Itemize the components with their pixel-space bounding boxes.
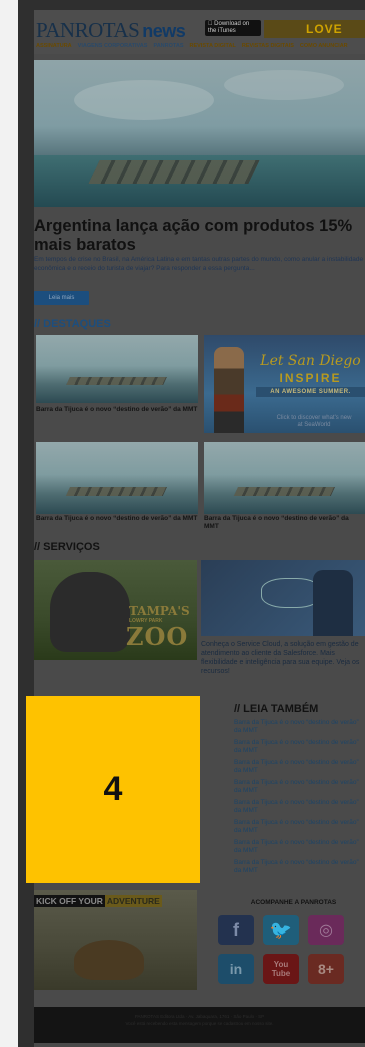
destaque-caption-3[interactable]: Barra da Tijuca é o novo “destino de ver…	[204, 515, 365, 531]
zoo-line-3: ZOO	[126, 622, 189, 651]
related-item-3[interactable]: Barra da Tijuca é o novo “destino de ver…	[234, 759, 365, 774]
thumb-jetty	[66, 486, 168, 496]
zoo-line-1: TAMPA'S	[129, 604, 190, 618]
love-banner-ad[interactable]: LOVE	[264, 20, 365, 38]
destaque-thumb-3[interactable]	[204, 442, 365, 514]
hero-cloud	[74, 80, 214, 120]
hero-summary: Em tempos de crise no Brasil, na América…	[34, 256, 364, 272]
hero-overwater-bungalows	[88, 160, 260, 184]
nav-item-revista-digital[interactable]: REVISTA DIGITAL	[189, 43, 235, 53]
kick-off-adventure-ad[interactable]: KICK OFF YOUR ADVENTURE	[34, 890, 197, 990]
thumb-jetty	[66, 377, 168, 386]
nav-item-revistas-digitais[interactable]: REVISTAS DIGITAIS	[242, 43, 294, 53]
zoo-ad[interactable]: TAMPA'S LOWRY PARK ZOO	[34, 560, 197, 660]
ad-line-2: INSPIRE	[279, 371, 342, 385]
cloud-icon	[261, 578, 321, 608]
ad-line-3: AN AWESOME SUMMER.	[256, 387, 365, 397]
youtube-icon[interactable]: You Tube	[263, 954, 299, 984]
thumb-jetty	[234, 486, 335, 496]
nav-item-assinatura[interactable]: ASSINATURA	[36, 43, 72, 53]
destaques-title: // DESTAQUES	[34, 318, 111, 330]
facebook-icon[interactable]: f	[218, 915, 254, 945]
appstore-text: Download on the iTunes	[208, 21, 254, 34]
leia-tambem-title: // LEIA TAMBÉM	[234, 703, 319, 715]
destaque-thumb-1[interactable]	[36, 335, 198, 403]
related-item-8[interactable]: Barra da Tijuca é o novo “destino de ver…	[234, 859, 365, 874]
businessman-image	[313, 570, 353, 636]
appstore-icon: 	[208, 21, 213, 27]
hero-headline[interactable]: Argentina lança ação com produtos 15% ma…	[34, 217, 365, 255]
footer-line-2: Você está recebendo esta mensagem porque…	[125, 1021, 274, 1026]
instagram-icon[interactable]: ◎	[308, 915, 344, 945]
service-cloud-description[interactable]: Conheça o Service Cloud, a solução em ge…	[201, 640, 365, 676]
elephant-image	[50, 572, 130, 652]
newsletter-email: PANROTASnews  Download on the iTunes LO…	[34, 10, 365, 1047]
header: PANROTASnews  Download on the iTunes LO…	[34, 10, 365, 54]
google-plus-icon[interactable]: 8+	[308, 954, 344, 984]
ad-person-image	[214, 347, 244, 433]
love-banner-text: LOVE	[306, 22, 343, 36]
service-cloud-image[interactable]	[201, 560, 365, 636]
related-item-4[interactable]: Barra da Tijuca é o novo “destino de ver…	[234, 779, 365, 794]
read-more-button[interactable]: Leia mais	[34, 291, 89, 305]
servicos-title: // SERVIÇOS	[34, 541, 100, 553]
leia-tambem-list: // LEIA TAMBÉM Barra da Tijuca é o novo …	[234, 703, 365, 879]
nav-item-viagens-corporativas[interactable]: VIAGENS CORPORATIVAS	[78, 43, 148, 53]
social-title: ACOMPANHE A PANROTAS	[250, 899, 337, 906]
overlay-marker-4: 4	[26, 696, 200, 883]
top-nav: ASSINATURA VIAGENS CORPORATIVAS PANROTAS…	[36, 43, 365, 53]
youtube-bottom-text: Tube	[271, 969, 291, 978]
footer: PANROTAS Editora Ltda · Av. Jabaquara, 1…	[34, 1007, 365, 1043]
left-gutter	[0, 0, 18, 1047]
adventure-text: ADVENTURE	[104, 895, 162, 907]
logo-main-text: PANROTAS	[36, 18, 140, 42]
appstore-badge[interactable]:  Download on the iTunes	[205, 20, 261, 36]
ad-line-4: Click to discover what's new at SeaWorld	[276, 415, 352, 428]
related-item-1[interactable]: Barra da Tijuca é o novo “destino de ver…	[234, 719, 365, 734]
kick-off-banner: KICK OFF YOUR ADVENTURE	[34, 895, 162, 907]
related-item-7[interactable]: Barra da Tijuca é o novo “destino de ver…	[234, 839, 365, 854]
logo-news-text: news	[142, 21, 186, 41]
destaque-caption-2[interactable]: Barra da Tijuca é o novo “destino de ver…	[36, 515, 198, 523]
destaque-caption-1[interactable]: Barra da Tijuca é o novo “destino de ver…	[36, 406, 198, 414]
kick-off-text: KICK OFF YOUR	[34, 895, 105, 907]
footer-line-1: PANROTAS Editora Ltda · Av. Jabaquara, 1…	[134, 1014, 265, 1019]
panrotas-logo[interactable]: PANROTAS news	[36, 18, 186, 43]
nav-item-como-anunciar[interactable]: COMO ANUNCIAR	[300, 43, 348, 53]
related-item-2[interactable]: Barra da Tijuca é o novo “destino de ver…	[234, 739, 365, 754]
hero-image[interactable]	[34, 60, 365, 207]
hero-cloud-2	[224, 70, 344, 100]
lion-image	[74, 940, 144, 980]
seaworld-ad[interactable]: Let San Diego INSPIRE AN AWESOME SUMMER.…	[204, 335, 365, 433]
nav-item-panrotas[interactable]: PANROTAS	[153, 43, 183, 53]
page: PANROTASnews  Download on the iTunes LO…	[0, 0, 365, 1047]
related-item-5[interactable]: Barra da Tijuca é o novo “destino de ver…	[234, 799, 365, 814]
twitter-icon[interactable]: 🐦	[263, 915, 299, 945]
linkedin-icon[interactable]: in	[218, 954, 254, 984]
youtube-top-text: You	[273, 960, 289, 969]
destaque-thumb-2[interactable]	[36, 442, 198, 514]
ad-line-1: Let San Diego	[260, 353, 361, 369]
related-item-6[interactable]: Barra da Tijuca é o novo “destino de ver…	[234, 819, 365, 834]
